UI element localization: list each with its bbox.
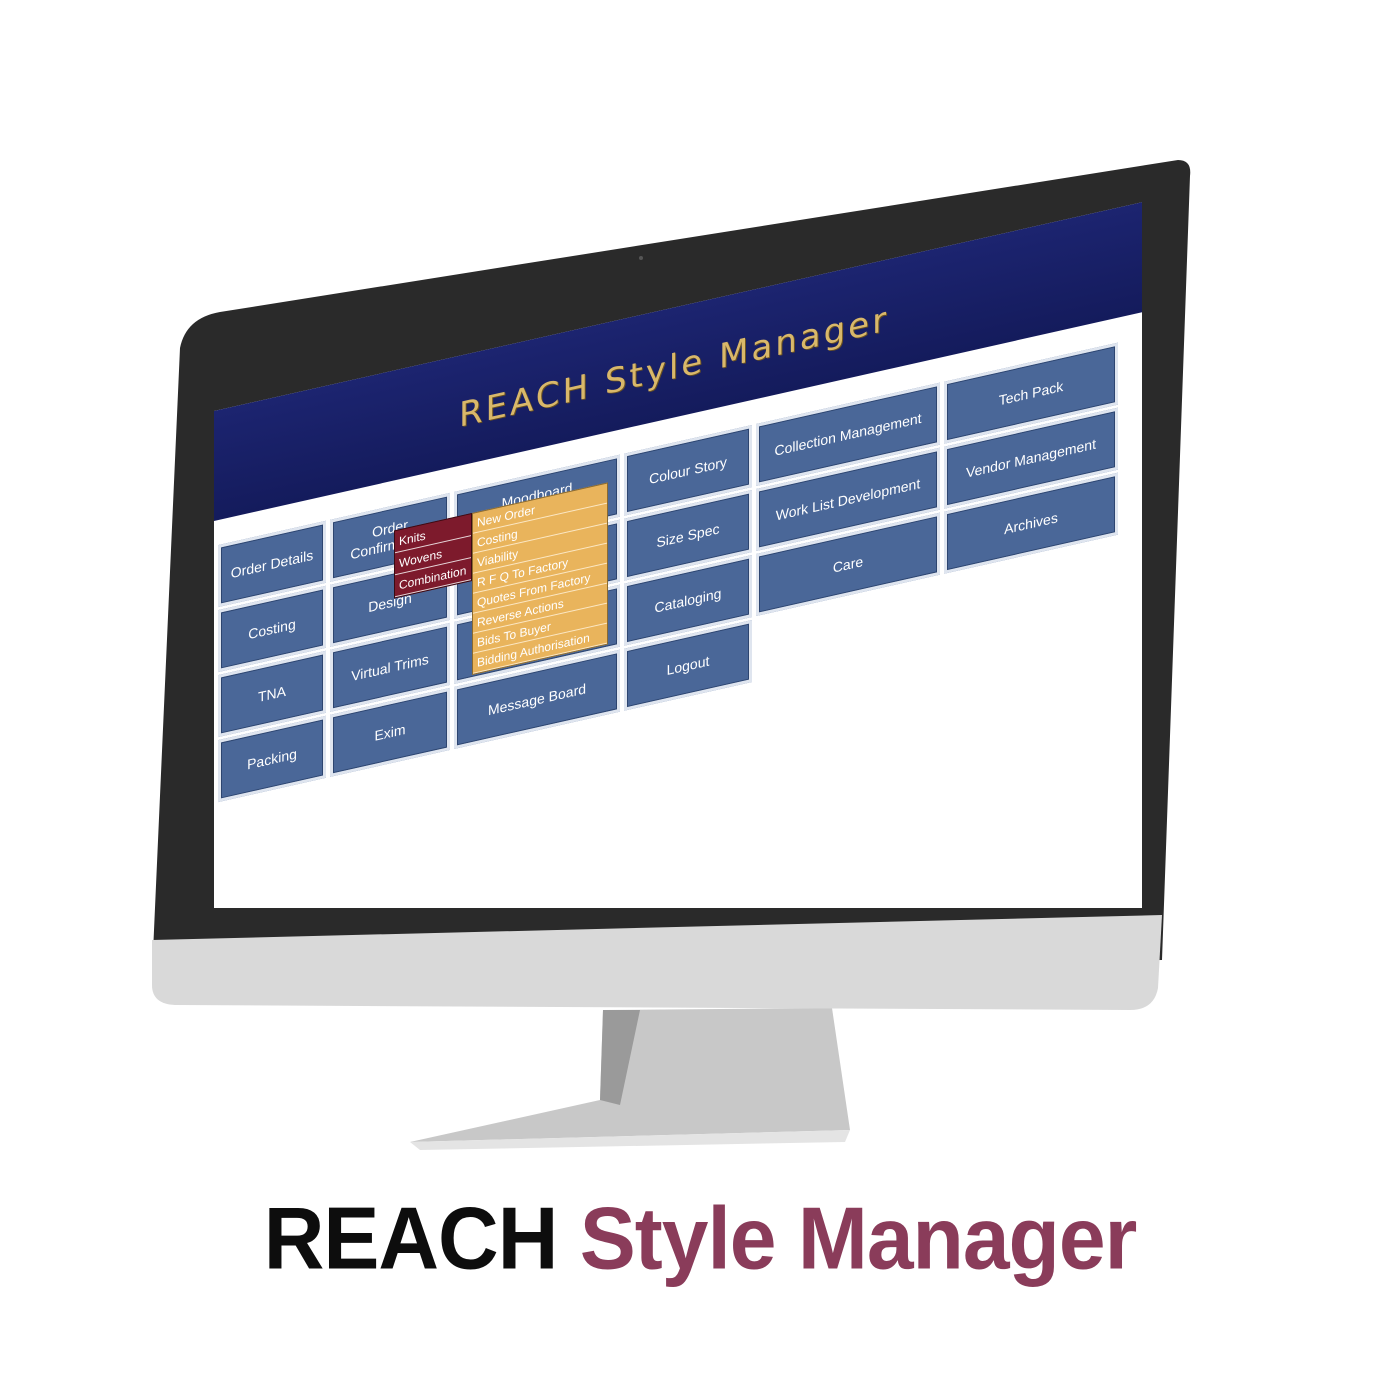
- monitor-screen: REACH Style Manager Order Details Costin…: [186, 196, 1142, 908]
- product-shot: REACH Style Manager Order Details Costin…: [0, 0, 1400, 1400]
- app-window: REACH Style Manager Order Details Costin…: [214, 196, 1142, 908]
- caption-product: Style Manager: [579, 1188, 1138, 1288]
- product-caption: REACH Style Manager: [0, 1188, 1400, 1290]
- caption-brand: REACH: [263, 1188, 559, 1288]
- moodboard-menu: New Order Costing Viability R F Q To Fac…: [472, 482, 608, 675]
